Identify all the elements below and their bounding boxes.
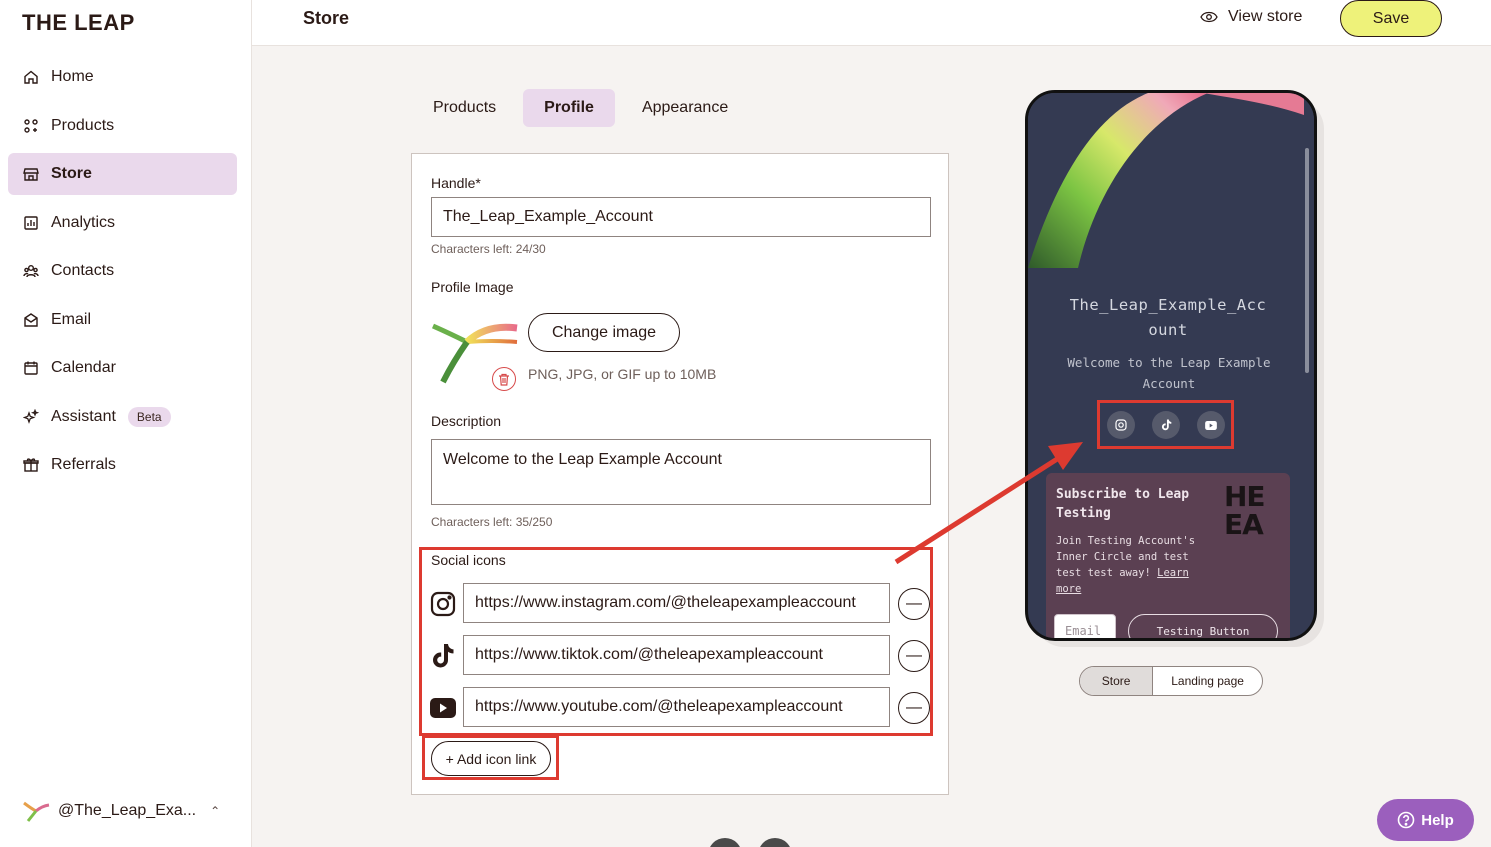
sub-logo-line1: HE: [1224, 480, 1266, 513]
instagram-url-input[interactable]: https://www.instagram.com/@theleapexampl…: [463, 583, 890, 623]
sidebar-item-store[interactable]: Store: [8, 153, 237, 195]
question-icon: [1397, 811, 1415, 829]
sidebar-item-home[interactable]: Home: [8, 56, 237, 98]
sidebar-item-analytics[interactable]: Analytics: [8, 202, 237, 244]
sidebar-item-label: Email: [51, 310, 92, 328]
preview-testing-button[interactable]: Testing Button: [1128, 614, 1278, 638]
subscribe-logo: HE EA: [1224, 480, 1266, 541]
banner-image: [1028, 93, 1314, 268]
beta-badge: Beta: [127, 406, 171, 427]
sidebar-item-label: Store: [51, 165, 92, 182]
sparkle-icon: [22, 408, 40, 426]
profile-image-label: Profile Image: [431, 279, 514, 295]
save-button[interactable]: Save: [1340, 0, 1442, 37]
preview-mode-toggle: Store Landing page: [1079, 666, 1263, 696]
view-store-label: View store: [1228, 8, 1303, 25]
gift-icon: [22, 456, 40, 474]
sidebar: THE LEAP Home Products Store Analytics C…: [0, 0, 252, 847]
sidebar-item-label: Calendar: [51, 359, 116, 376]
preview-email-input[interactable]: Email: [1054, 614, 1116, 638]
sidebar-nav: Home Products Store Analytics Contacts E…: [8, 56, 237, 493]
description-textarea[interactable]: Welcome to the Leap Example Account: [431, 439, 931, 505]
sidebar-item-label: Assistant: [51, 407, 116, 425]
sidebar-item-products[interactable]: Products: [8, 105, 237, 147]
tab-products[interactable]: Products: [412, 89, 517, 127]
instagram-icon: [430, 591, 456, 617]
description-label: Description: [431, 413, 502, 429]
analytics-icon: [22, 214, 40, 232]
bottom-control-2[interactable]: [758, 838, 792, 847]
calendar-icon: [22, 359, 40, 377]
handle-label: Handle*: [431, 175, 481, 191]
help-label: Help: [1421, 811, 1454, 829]
view-store-link[interactable]: View store: [1200, 8, 1302, 26]
social-icons-label: Social icons: [431, 552, 506, 568]
sidebar-item-label: Products: [51, 116, 115, 134]
image-format-hint: PNG, JPG, or GIF up to 10MB: [528, 366, 717, 382]
home-icon: [22, 68, 40, 86]
sub-logo-line2: EA: [1224, 508, 1264, 541]
preview-desc-line1: Welcome to the Leap Example: [1067, 355, 1271, 370]
profile-form-card: Handle* The_Leap_Example_Account Charact…: [411, 153, 949, 795]
preview-tiktok-icon[interactable]: [1152, 411, 1180, 439]
annotation-arrow: [894, 442, 1083, 565]
youtube-url-input[interactable]: https://www.youtube.com/@theleapexamplea…: [463, 687, 890, 727]
remove-instagram-button[interactable]: —: [898, 588, 930, 620]
preview-social-icons: [1107, 411, 1242, 439]
toggle-landing-page[interactable]: Landing page: [1153, 667, 1262, 695]
preview-instagram-icon[interactable]: [1107, 411, 1135, 439]
description-char-count: Characters left: 35/250: [431, 515, 553, 529]
sidebar-item-contacts[interactable]: Contacts: [8, 250, 237, 292]
remove-tiktok-button[interactable]: —: [898, 640, 930, 672]
top-bar: Store View store Save: [252, 0, 1491, 46]
tab-profile[interactable]: Profile: [523, 89, 615, 127]
tab-appearance[interactable]: Appearance: [621, 89, 749, 127]
chevron-up-icon: ⌃: [210, 804, 221, 818]
bottom-controls: [708, 838, 808, 847]
youtube-icon: [430, 695, 456, 721]
trash-icon: [499, 373, 509, 386]
sidebar-item-calendar[interactable]: Calendar: [8, 347, 237, 389]
account-avatar: [23, 801, 50, 822]
email-icon: [22, 311, 40, 329]
store-icon: [22, 165, 40, 183]
app-logo[interactable]: THE LEAP: [22, 10, 135, 36]
add-icon-link-button[interactable]: + Add icon link: [431, 741, 551, 776]
handle-char-count: Characters left: 24/30: [431, 242, 546, 256]
change-image-button[interactable]: Change image: [528, 313, 680, 352]
sidebar-item-email[interactable]: Email: [8, 299, 237, 341]
handle-input[interactable]: The_Leap_Example_Account: [431, 197, 931, 237]
account-handle: @The_Leap_Exa...: [58, 802, 197, 819]
preview-name-line2: ount: [1148, 321, 1188, 339]
sidebar-item-label: Analytics: [51, 213, 116, 231]
sidebar-item-label: Referrals: [51, 456, 116, 473]
preview-youtube-icon[interactable]: [1197, 411, 1225, 439]
delete-image-button[interactable]: [492, 367, 516, 391]
sidebar-item-label: Home: [51, 68, 94, 85]
contacts-icon: [22, 262, 40, 280]
remove-youtube-button[interactable]: —: [898, 692, 930, 724]
toggle-store[interactable]: Store: [1080, 667, 1154, 695]
tiktok-icon: [430, 643, 456, 669]
preview-name-line1: The_Leap_Example_Acc: [1069, 296, 1267, 314]
preview-description: Welcome to the Leap Example Account: [1044, 352, 1294, 394]
help-button[interactable]: Help: [1377, 799, 1474, 841]
preview-store-name: The_Leap_Example_Acc ount: [1028, 293, 1308, 343]
store-tabs: Products Profile Appearance: [412, 89, 755, 127]
page-title: Store: [303, 8, 350, 28]
bottom-control-1[interactable]: [708, 838, 742, 847]
sidebar-item-referrals[interactable]: Referrals: [8, 444, 237, 486]
preview-desc-line2: Account: [1142, 376, 1196, 391]
sidebar-item-assistant[interactable]: Assistant Beta: [8, 396, 237, 438]
sidebar-item-label: Contacts: [51, 262, 115, 279]
account-switcher[interactable]: @The_Leap_Exa... ⌃: [22, 800, 220, 822]
eye-icon: [1200, 11, 1218, 23]
tiktok-url-input[interactable]: https://www.tiktok.com/@theleapexampleac…: [463, 635, 890, 675]
products-icon: [22, 117, 40, 135]
